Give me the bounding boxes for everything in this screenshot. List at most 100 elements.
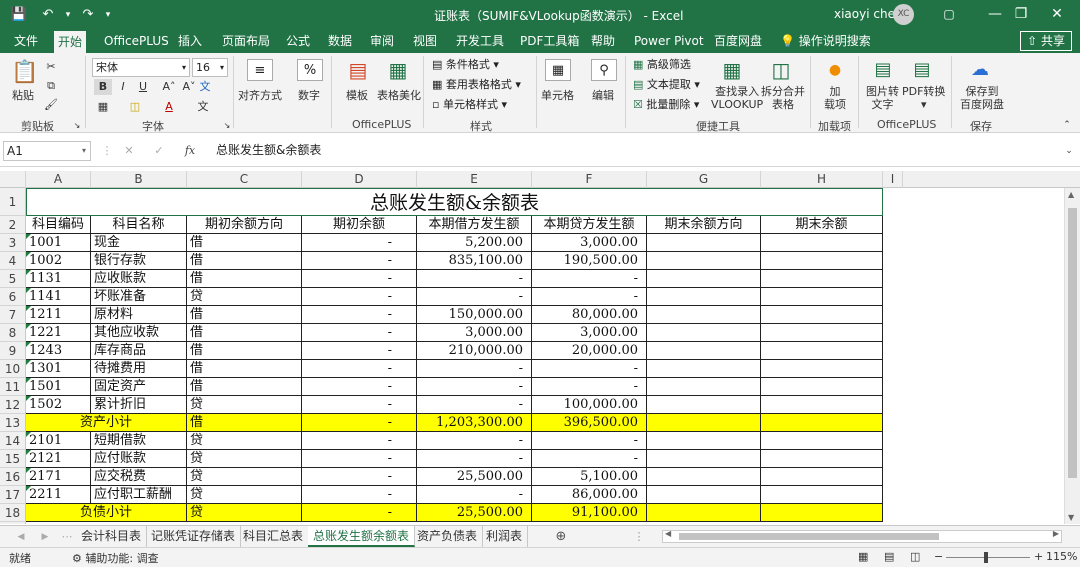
credit-amount-cell[interactable]: 5,100.00: [532, 468, 647, 486]
account-name-cell[interactable]: 应交税费: [91, 468, 187, 486]
paste-label[interactable]: 粘贴: [12, 87, 34, 103]
row-header[interactable]: 16: [0, 468, 26, 486]
tab-pdf-tools[interactable]: PDF工具箱: [516, 29, 583, 53]
row-header[interactable]: 6: [0, 288, 26, 306]
split-merge-button[interactable]: 拆分合并 表格: [761, 85, 805, 111]
col-header-b[interactable]: B: [91, 171, 187, 188]
opening-direction-cell[interactable]: 贷: [187, 288, 302, 306]
table-beautify-label[interactable]: 表格美化: [377, 87, 421, 103]
sheet-tab[interactable]: 总账发生额余额表: [308, 526, 416, 547]
closing-balance-cell[interactable]: [761, 306, 883, 324]
share-button[interactable]: ⇧ 共享: [1020, 31, 1072, 51]
save-baidu-button[interactable]: 保存到 百度网盘: [960, 85, 1004, 111]
sheet-tab[interactable]: 利润表: [481, 526, 529, 547]
opening-direction-cell[interactable]: 贷: [187, 468, 302, 486]
more-sheets-right-icon[interactable]: ⋮: [630, 529, 648, 545]
debit-amount-cell[interactable]: -: [417, 378, 532, 396]
new-sheet-icon[interactable]: ⊕: [552, 529, 570, 545]
scroll-up-icon[interactable]: ▲: [1068, 190, 1074, 199]
cells-label[interactable]: 单元格: [541, 87, 574, 103]
credit-amount-cell[interactable]: -: [532, 378, 647, 396]
account-code-cell[interactable]: 1131: [26, 270, 91, 288]
credit-amount-cell[interactable]: 86,000.00: [532, 486, 647, 504]
accessibility-status[interactable]: ⚙ 辅助功能: 调查: [72, 550, 159, 566]
col-header-i[interactable]: I: [883, 171, 903, 188]
opening-direction-cell[interactable]: 借: [187, 324, 302, 342]
account-code-cell[interactable]: 1141: [26, 288, 91, 306]
cancel-entry-icon[interactable]: ✕: [120, 143, 138, 159]
col-header-g[interactable]: G: [647, 171, 761, 188]
cut-icon[interactable]: ✂: [42, 59, 60, 75]
opening-balance-cell[interactable]: -: [302, 396, 417, 414]
bold-icon[interactable]: B: [94, 79, 112, 95]
row-header[interactable]: 10: [0, 360, 26, 378]
opening-balance-cell[interactable]: -: [302, 270, 417, 288]
tab-formulas[interactable]: 公式: [282, 29, 314, 53]
next-sheet-icon[interactable]: ▶: [36, 529, 54, 545]
tab-file[interactable]: 文件: [10, 29, 42, 53]
opening-balance-cell[interactable]: -: [302, 324, 417, 342]
closing-direction-cell[interactable]: [647, 450, 761, 468]
closing-direction-cell[interactable]: [647, 342, 761, 360]
font-color-icon[interactable]: A: [160, 99, 178, 115]
debit-amount-cell[interactable]: 210,000.00: [417, 342, 532, 360]
row-header[interactable]: 9: [0, 342, 26, 360]
closing-direction-cell[interactable]: [647, 486, 761, 504]
account-code-cell[interactable]: 1002: [26, 252, 91, 270]
closing-balance-cell[interactable]: [761, 360, 883, 378]
account-code-cell[interactable]: 1502: [26, 396, 91, 414]
debit-amount-cell[interactable]: -: [417, 360, 532, 378]
opening-balance-cell[interactable]: -: [302, 288, 417, 306]
column-header-cell[interactable]: 期初余额方向: [187, 216, 302, 234]
undo-dropdown-icon[interactable]: ▾: [58, 5, 78, 25]
closing-direction-cell[interactable]: [647, 306, 761, 324]
font-size-combo[interactable]: 16 ▾: [192, 58, 228, 77]
closing-balance-cell[interactable]: [761, 450, 883, 468]
tab-review[interactable]: 审阅: [366, 29, 398, 53]
row-header[interactable]: 7: [0, 306, 26, 324]
sheet-tab[interactable]: 记账凭证存储表: [146, 526, 242, 547]
row-header[interactable]: 2: [0, 216, 26, 234]
closing-balance-cell[interactable]: [761, 342, 883, 360]
opening-direction-cell[interactable]: 借: [187, 342, 302, 360]
normal-view-icon[interactable]: ▦: [858, 550, 868, 563]
row-header[interactable]: 11: [0, 378, 26, 396]
closing-direction-cell[interactable]: [647, 414, 761, 432]
clipboard-launcher-icon[interactable]: ↘: [68, 118, 86, 134]
opening-balance-cell[interactable]: -: [302, 486, 417, 504]
closing-balance-cell[interactable]: [761, 378, 883, 396]
tab-page-layout[interactable]: 页面布局: [218, 29, 274, 53]
account-name-cell[interactable]: 应付账款: [91, 450, 187, 468]
opening-balance-cell[interactable]: -: [302, 450, 417, 468]
name-box[interactable]: A1 ▾: [3, 141, 91, 161]
worksheet-grid[interactable]: A B C D E F G H I 1 总账发生额&余额表 2 科目编码 科目名称 期初余…: [0, 171, 1080, 524]
scroll-down-icon[interactable]: ▼: [1068, 513, 1074, 522]
account-code-cell[interactable]: 1001: [26, 234, 91, 252]
zoom-level[interactable]: 115%: [1046, 550, 1077, 563]
customize-qat-icon[interactable]: ▾: [98, 5, 118, 25]
opening-balance-cell[interactable]: -: [302, 306, 417, 324]
opening-direction-cell[interactable]: 借: [187, 306, 302, 324]
subtotal-label-cell[interactable]: 负债小计: [26, 504, 187, 522]
account-name-cell[interactable]: 短期借款: [91, 432, 187, 450]
tab-home[interactable]: 开始: [54, 31, 87, 53]
wen-style-icon[interactable]: 文: [194, 99, 212, 115]
sheet-tab[interactable]: 科目汇总表: [238, 526, 310, 547]
credit-amount-cell[interactable]: 80,000.00: [532, 306, 647, 324]
addin-icon[interactable]: ●: [822, 59, 848, 81]
debit-amount-cell[interactable]: 25,500.00: [417, 468, 532, 486]
tab-developer[interactable]: 开发工具: [452, 29, 508, 53]
col-header-h[interactable]: H: [761, 171, 883, 188]
closing-direction-cell[interactable]: [647, 288, 761, 306]
account-name-cell[interactable]: 待摊费用: [91, 360, 187, 378]
closing-balance-cell[interactable]: [761, 252, 883, 270]
account-name-cell[interactable]: 银行存款: [91, 252, 187, 270]
select-all-corner[interactable]: [0, 171, 26, 188]
zoom-out-icon[interactable]: −: [934, 550, 943, 563]
cond-format-button[interactable]: ▤ 条件格式 ▾: [432, 56, 499, 74]
account-code-cell[interactable]: 1211: [26, 306, 91, 324]
row-header[interactable]: 4: [0, 252, 26, 270]
opening-balance-cell[interactable]: -: [302, 360, 417, 378]
tell-me-search[interactable]: 💡 操作说明搜索: [776, 29, 875, 53]
column-header-cell[interactable]: 期末余额方向: [647, 216, 761, 234]
